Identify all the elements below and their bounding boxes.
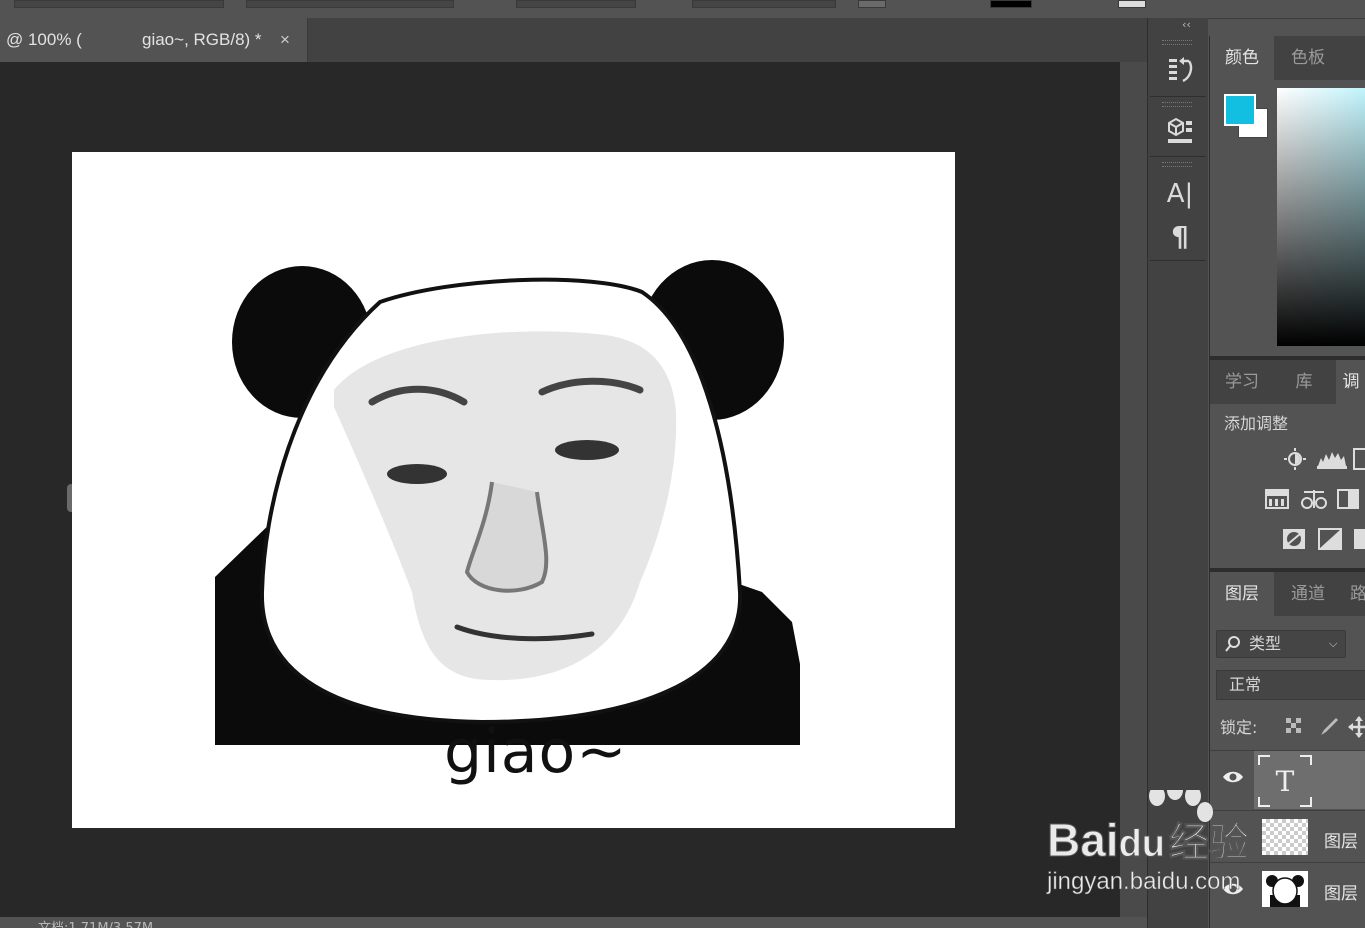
font-family-field[interactable] [246,0,454,8]
lock-transparent-icon[interactable] [1284,716,1304,740]
layer-thumbnail [1262,871,1308,907]
collapse-panels-button[interactable]: ‹‹ [1182,18,1191,31]
panels-toggle-button[interactable] [1118,0,1146,8]
options-bar [0,0,1365,19]
character-icon[interactable]: A| [1158,176,1202,212]
layer-row[interactable]: 图层 [1210,862,1365,917]
layer-name: 图层 [1324,884,1358,904]
dock-grip[interactable] [1162,102,1192,107]
dock-divider [1150,260,1206,261]
tab-adjustments[interactable]: 调 [1336,360,1365,404]
selective-color-icon[interactable] [1352,528,1365,550]
right-panels: 颜色 色板 学习 库 调 添加调整 图层 通道 路 类型 ⌵ 正常 锁定: T … [1209,36,1365,928]
document-tab-bar: @ 100% ( giao~, RGB/8) * × [0,18,1147,62]
lock-label: 锁定: [1220,718,1258,737]
lock-position-icon[interactable] [1348,716,1365,742]
panel-dock-strip [1148,18,1208,928]
color-balance-icon[interactable] [1300,488,1328,510]
layer-thumbnail [1262,819,1308,855]
curves-icon[interactable] [1352,448,1365,470]
layer-row[interactable]: T [1210,750,1365,809]
brightness-contrast-icon[interactable] [1283,448,1307,470]
text-layer-thumbnail: T [1258,755,1312,807]
levels-icon[interactable] [1317,448,1347,470]
document-zoom-label: @ 100% ( [6,30,82,49]
close-tab-button[interactable]: × [280,18,290,62]
adjustments-panel-tabs: 学习 库 调 [1210,360,1365,404]
dock-grip[interactable] [1162,40,1192,45]
layer-row[interactable]: 图层 [1210,810,1365,865]
dock-grip[interactable] [1162,162,1192,167]
color-picker-field[interactable] [1277,88,1365,346]
dock-divider [1150,96,1206,97]
document-tab[interactable]: @ 100% ( giao~, RGB/8) * × [0,18,308,62]
color-panel-tabs: 颜色 色板 [1210,36,1365,80]
chevron-down-icon: ⌵ [1329,637,1338,650]
search-icon [1225,631,1241,665]
layer-name: 图层 [1324,832,1358,852]
lock-row: 锁定: [1220,712,1365,740]
tab-layers[interactable]: 图层 [1210,572,1274,616]
foreground-color-swatch[interactable] [1224,94,1256,126]
layer-filter-select[interactable]: 类型 ⌵ [1216,630,1346,658]
invert-icon[interactable] [1282,528,1306,550]
document-canvas[interactable]: giao~ [72,152,955,828]
eye-icon[interactable] [1222,881,1244,897]
tab-learn[interactable]: 学习 [1210,360,1274,404]
tab-channels[interactable]: 通道 [1276,572,1340,616]
svg-text:T: T [1276,765,1295,798]
tab-swatches[interactable]: 色板 [1276,36,1340,80]
dock-divider [1150,156,1206,157]
adjustments-title: 添加调整 [1224,414,1289,433]
gradient-icon[interactable] [1318,528,1342,550]
paragraph-icon[interactable]: ¶ [1158,218,1202,254]
black-white-icon[interactable] [1336,488,1360,510]
layer-filter-label: 类型 [1249,634,1282,653]
tab-color[interactable]: 颜色 [1210,36,1274,80]
font-style-field[interactable] [516,0,636,8]
tab-paths[interactable]: 路 [1350,572,1365,616]
blend-mode-select[interactable]: 正常 [1216,670,1365,700]
exposure-icon[interactable] [1265,488,1289,510]
right-eye [555,440,619,460]
document-name-label: giao~, RGB/8) * [142,30,262,49]
vertical-scrollbar[interactable] [1120,62,1147,917]
left-eye [387,464,447,484]
align-left-button[interactable] [858,0,886,8]
eye-icon[interactable] [1222,769,1244,785]
caption-text: giao~ [444,717,628,787]
antialias-field[interactable] [692,0,836,8]
text-color-swatch[interactable] [990,0,1032,8]
tab-libraries[interactable]: 库 [1274,360,1334,404]
document-size-info: 文档:1.71M/3.57M [38,917,153,928]
layers-panel-tabs: 图层 通道 路 [1210,572,1365,616]
status-bar: 文档:1.71M/3.57M [0,917,1147,928]
history-icon[interactable] [1158,52,1202,88]
3d-icon[interactable] [1158,112,1202,148]
blend-mode-label: 正常 [1229,675,1262,694]
lock-pixels-icon[interactable] [1316,716,1338,742]
tool-preset-field[interactable] [14,0,224,8]
